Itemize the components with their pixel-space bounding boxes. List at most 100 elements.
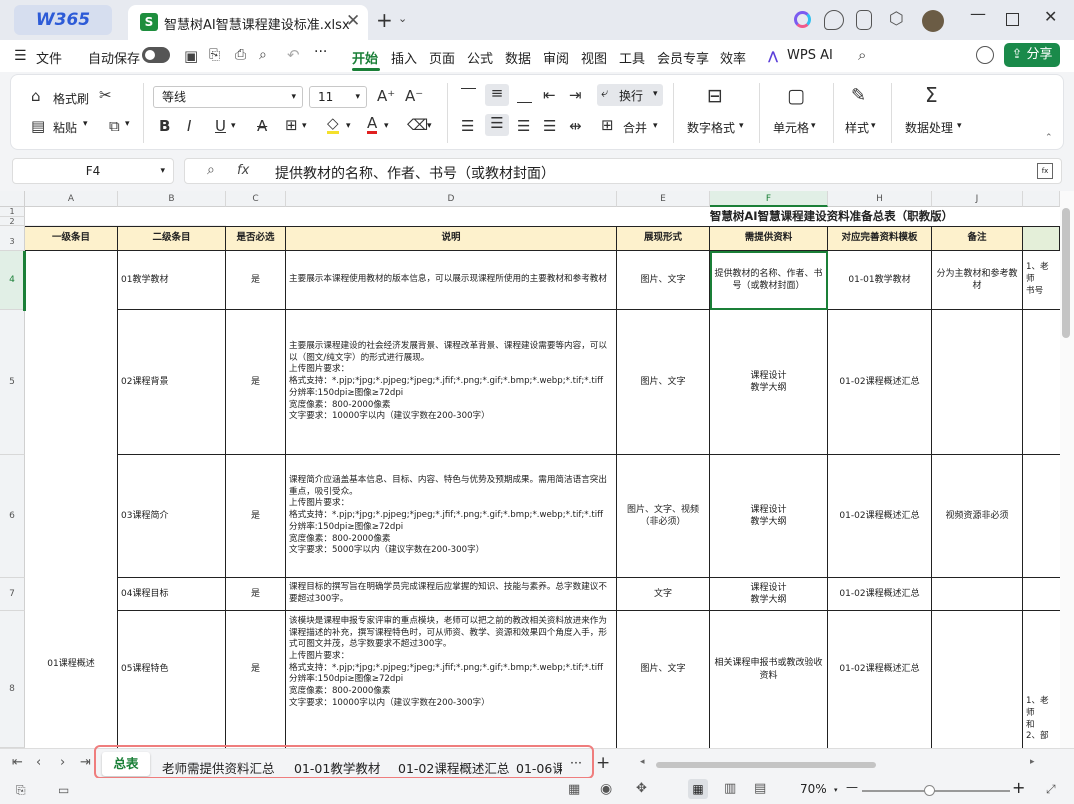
page-break-icon[interactable]: ▤ — [754, 781, 766, 796]
column-header-h[interactable]: H — [828, 191, 932, 207]
table-icon[interactable]: ▦ — [568, 782, 580, 797]
cube-icon[interactable]: ⬡ — [889, 9, 904, 29]
avatar[interactable] — [922, 10, 944, 32]
focus-icon[interactable]: ✥ — [636, 781, 647, 796]
row-header-1[interactable]: 1 — [0, 207, 25, 217]
cell-h6[interactable]: 01-02课程概述汇总 — [828, 455, 932, 578]
cell-e8[interactable]: 图片、文字 — [617, 611, 710, 748]
chevron-down-icon[interactable]: ▾ — [302, 121, 307, 131]
macro-icon[interactable]: ⎘ — [16, 783, 26, 798]
column-header-f[interactable]: F — [710, 191, 828, 207]
align-top-icon[interactable]: ⎺ — [461, 86, 476, 104]
decrease-indent-icon[interactable]: ⇤ — [543, 86, 556, 104]
menu-view[interactable]: 视图 — [581, 48, 607, 67]
cell-d7[interactable]: 课程目标的撰写旨在明确学员完成课程后应掌握的知识、技能与素养。总字数建议不要超过… — [286, 578, 617, 611]
print-preview-icon[interactable]: ⌕ — [259, 47, 267, 63]
collapse-ribbon-icon[interactable]: ⌃ — [1045, 133, 1053, 143]
sheet-title[interactable]: 智慧树AI智慧课程建设资料准备总表（职教版） — [226, 207, 1060, 226]
chevron-down-icon[interactable]: ▾ — [231, 121, 236, 131]
zoom-slider-track[interactable] — [862, 790, 1010, 792]
column-header-e[interactable]: E — [617, 191, 710, 207]
column-header-a[interactable]: A — [25, 191, 118, 207]
menu-review[interactable]: 审阅 — [543, 48, 569, 67]
font-size-select[interactable]: 11 ▾ — [309, 86, 367, 108]
align-left-icon[interactable]: ☰ — [461, 117, 474, 135]
more-menu[interactable]: ··· — [314, 44, 327, 60]
align-center-icon[interactable]: ☰ — [485, 114, 509, 136]
cell-b5[interactable]: 02课程背景 — [118, 310, 226, 455]
distribute-icon[interactable]: ⇹ — [569, 117, 582, 135]
merge-button[interactable]: 合并 — [623, 119, 647, 136]
cell-f6[interactable]: 课程设计 教学大纲 — [710, 455, 828, 578]
menu-insert[interactable]: 插入 — [391, 48, 417, 67]
export-pdf-icon[interactable]: ⎘ — [209, 47, 220, 63]
paste-button[interactable]: 粘贴 — [53, 119, 77, 136]
cell-j8[interactable] — [932, 611, 1023, 748]
chat-icon[interactable] — [824, 10, 844, 30]
justify-icon[interactable]: ☰ — [543, 117, 556, 135]
column-header-c[interactable]: C — [226, 191, 286, 207]
cell-b8[interactable]: 05课程特色 — [118, 611, 226, 748]
row-header-8[interactable]: 8 — [0, 611, 25, 748]
menu-wps-ai[interactable]: WPS AI — [787, 48, 833, 63]
cell-e5[interactable]: 图片、文字 — [617, 310, 710, 455]
row-header-3[interactable]: 3 — [0, 226, 25, 251]
style-button[interactable]: 样式 — [845, 119, 869, 136]
cut-icon[interactable]: ✂ — [99, 86, 112, 104]
copy-icon[interactable]: ⧉ — [109, 117, 120, 135]
fill-color-icon[interactable]: ◇ — [327, 115, 339, 134]
cell-h4[interactable]: 01-01教学教材 — [828, 251, 932, 310]
cell-j6[interactable]: 视频资源非必须 — [932, 455, 1023, 578]
header-template[interactable]: 对应完善资料模板 — [828, 226, 932, 251]
add-sheet-button[interactable]: + — [596, 753, 610, 773]
header-required[interactable]: 是否必选 — [226, 226, 286, 251]
cell-e6[interactable]: 图片、文字、视频（非必须） — [617, 455, 710, 578]
row-header-2[interactable]: 2 — [0, 217, 25, 226]
cell-f5[interactable]: 课程设计 教学大纲 — [710, 310, 828, 455]
cell-j7[interactable] — [932, 578, 1023, 611]
empty-title-cell[interactable] — [25, 207, 226, 226]
column-header-d[interactable]: D — [286, 191, 617, 207]
header-description[interactable]: 说明 — [286, 226, 617, 251]
align-bottom-icon[interactable]: ⎽ — [517, 86, 532, 104]
border-icon[interactable]: ⊞ — [285, 116, 298, 134]
increase-font-icon[interactable]: A⁺ — [377, 87, 395, 105]
italic-icon[interactable]: I — [187, 117, 191, 135]
maximize-icon[interactable] — [1006, 13, 1019, 26]
align-middle-icon[interactable]: ≡ — [485, 84, 509, 106]
cell-e4[interactable]: 图片、文字 — [617, 251, 710, 310]
underline-icon[interactable]: U — [215, 117, 226, 135]
share-button[interactable]: ⇪ 分享 — [1004, 43, 1060, 67]
align-right-icon[interactable]: ☰ — [517, 117, 530, 135]
cell-b7[interactable]: 04课程目标 — [118, 578, 226, 611]
minimize-icon[interactable]: — — [970, 4, 986, 23]
page-icon[interactable]: ▭ — [58, 783, 69, 797]
clear-format-icon[interactable]: ⌫ — [407, 116, 428, 134]
cell-k7[interactable] — [1023, 578, 1060, 611]
row-header-5[interactable]: 5 — [0, 310, 25, 455]
menu-data[interactable]: 数据 — [505, 48, 531, 67]
next-sheet-icon[interactable]: › — [60, 755, 65, 770]
expand-formula-icon[interactable]: fx — [1037, 163, 1053, 179]
document-tab[interactable]: S 智慧树AI智慧课程建设标准.xlsx ✕ — [128, 5, 368, 40]
header-presentation[interactable]: 展现形式 — [617, 226, 710, 251]
menu-efficiency[interactable]: 效率 — [720, 48, 746, 67]
cell-f8[interactable]: 相关课程申报书或教改验收资料 — [710, 611, 828, 748]
chevron-down-icon[interactable]: ▾ — [384, 121, 389, 131]
chevron-down-icon[interactable]: ▾ — [739, 121, 744, 131]
cell-c6[interactable]: 是 — [226, 455, 286, 578]
strikethrough-icon[interactable]: A — [257, 117, 267, 135]
menu-formula[interactable]: 公式 — [467, 48, 493, 67]
menu-start[interactable]: 开始 — [352, 48, 378, 67]
cell-k8[interactable]: 1、老师 和 2、部 — [1023, 611, 1060, 748]
zoom-out-icon[interactable]: — — [846, 780, 858, 794]
cell-button[interactable]: 单元格 — [773, 119, 809, 136]
print-icon[interactable]: ⎙ — [235, 47, 246, 63]
header-level1[interactable]: 一级条目 — [25, 226, 118, 251]
column-header-k[interactable] — [1023, 191, 1060, 207]
data-process-button[interactable]: 数据处理 — [905, 119, 953, 136]
fx-icon[interactable]: fx — [237, 163, 249, 178]
ai-assistant-icon[interactable] — [794, 11, 811, 28]
bold-icon[interactable]: B — [159, 117, 170, 135]
increase-indent-icon[interactable]: ⇥ — [569, 86, 582, 104]
